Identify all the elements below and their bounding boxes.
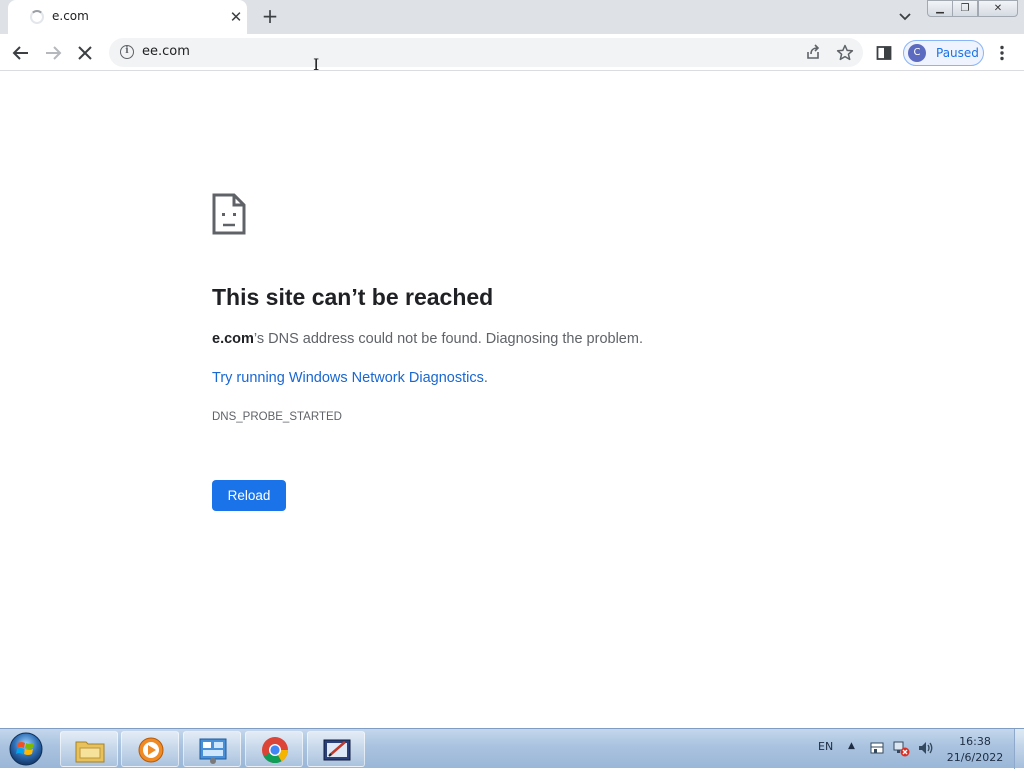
- profile-status: Paused: [936, 46, 979, 60]
- browser-toolbar: i ee.com C Paused: [0, 34, 1024, 71]
- control-panel-icon[interactable]: [183, 731, 241, 767]
- forward-arrow-icon[interactable]: [40, 40, 66, 66]
- chrome-icon[interactable]: [245, 731, 303, 767]
- bookmark-star-icon[interactable]: [835, 43, 855, 63]
- file-explorer-icon[interactable]: [60, 731, 118, 767]
- window-minimize-icon[interactable]: ▁: [927, 0, 953, 17]
- action-center-icon[interactable]: [868, 739, 886, 757]
- tab-search-chevron-down-icon[interactable]: [896, 7, 914, 25]
- loading-spinner-icon: [30, 10, 44, 24]
- language-indicator[interactable]: EN: [818, 740, 833, 753]
- new-tab-plus-icon[interactable]: +: [259, 5, 281, 29]
- share-icon[interactable]: [803, 43, 823, 63]
- link-suffix: .: [483, 370, 488, 386]
- taskbar: EN ▲ 16:38 21/6/2022: [0, 728, 1024, 769]
- tab-strip: e.com ✕ + ▁ ❐ ✕: [0, 0, 1024, 34]
- clock-time[interactable]: 16:38: [952, 734, 998, 749]
- text-cursor-icon: I: [313, 55, 320, 74]
- kebab-menu-icon[interactable]: [989, 40, 1015, 66]
- error-code: DNS_PROBE_STARTED: [212, 411, 342, 423]
- clock-date[interactable]: 21/6/2022: [944, 750, 1006, 765]
- error-host: e.com: [212, 331, 254, 347]
- error-title: This site can’t be reached: [212, 284, 494, 310]
- sad-page-icon: [212, 193, 246, 239]
- browser-tab[interactable]: e.com ✕: [8, 0, 247, 34]
- volume-icon[interactable]: [916, 739, 934, 757]
- reload-button[interactable]: Reload: [212, 480, 286, 511]
- show-hidden-icons-icon[interactable]: ▲: [848, 741, 855, 751]
- network-diagnostics-link[interactable]: Try running Windows Network Diagnostics: [212, 370, 484, 386]
- show-desktop-button[interactable]: [1014, 729, 1024, 769]
- address-bar[interactable]: i ee.com: [109, 38, 863, 67]
- error-message: e.com’s DNS address could not be found. …: [212, 331, 643, 347]
- tab-close-icon[interactable]: ✕: [225, 6, 247, 28]
- back-arrow-icon[interactable]: [8, 40, 34, 66]
- window-maximize-icon[interactable]: ❐: [952, 0, 978, 17]
- pen-tablet-icon[interactable]: [307, 731, 365, 767]
- windows-start-icon[interactable]: [6, 731, 46, 767]
- stop-loading-icon[interactable]: [72, 40, 98, 66]
- network-diagnostics-suggestion: Try running Windows Network Diagnostics.: [212, 370, 488, 386]
- profile-button[interactable]: C Paused: [903, 40, 984, 66]
- side-panel-icon[interactable]: [871, 40, 897, 66]
- tab-title: e.com: [52, 9, 89, 23]
- network-error-icon[interactable]: [892, 739, 910, 757]
- error-message-text: ’s DNS address could not be found. Diagn…: [253, 331, 643, 347]
- site-info-icon[interactable]: i: [120, 45, 134, 59]
- window-close-icon[interactable]: ✕: [978, 0, 1018, 17]
- url-text[interactable]: ee.com: [142, 44, 190, 59]
- avatar: C: [908, 44, 926, 62]
- media-player-icon[interactable]: [121, 731, 179, 767]
